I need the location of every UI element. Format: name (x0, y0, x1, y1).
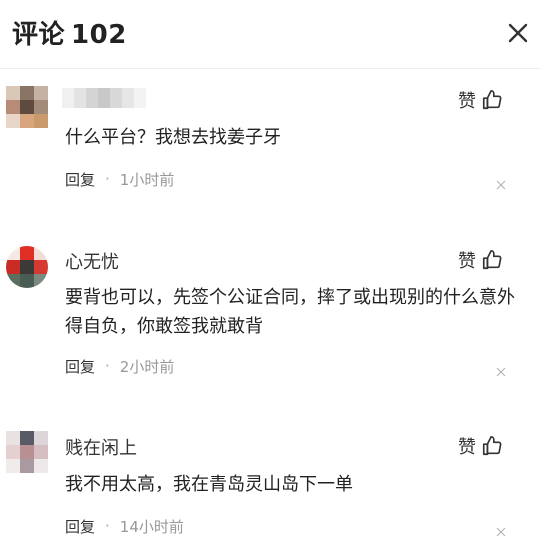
reply-button[interactable]: 回复 (65, 516, 95, 537)
dismiss-button[interactable] (495, 176, 507, 190)
separator-dot: · (105, 357, 110, 375)
comment-count: 102 (71, 20, 127, 50)
page-title: 评论 102 (12, 14, 127, 51)
comment-actions: 回复 · 1小时前 (65, 168, 174, 190)
avatar[interactable] (6, 86, 48, 128)
comment-text: 要背也可以，先签个公证合同，摔了或出现别的什么意外得自负，你敢签我就敢背 (65, 287, 515, 337)
dismiss-x-icon (496, 527, 506, 537)
comments-title-label: 评论 (12, 20, 66, 50)
avatar[interactable] (6, 246, 48, 288)
dismiss-button[interactable] (495, 363, 507, 377)
username[interactable]: 贱在闲上 (65, 434, 137, 460)
thumbs-up-icon (482, 250, 502, 270)
thumbs-up-icon (482, 90, 502, 110)
comment-text: 什么平台？我想去找姜子牙 (65, 127, 281, 148)
dismiss-x-icon (496, 180, 506, 190)
comment-actions: 回复 · 2小时前 (65, 355, 174, 377)
like-button[interactable]: 赞 (458, 433, 503, 459)
comment-time: 1小时前 (119, 170, 175, 189)
reply-button[interactable]: 回复 (65, 169, 95, 190)
comments-header: 评论 102 (0, 0, 541, 69)
reply-button[interactable]: 回复 (65, 356, 95, 377)
close-button[interactable] (503, 18, 533, 48)
separator-dot: · (105, 517, 110, 535)
avatar[interactable] (6, 431, 48, 473)
like-label: 赞 (458, 91, 476, 112)
username-blurred[interactable] (62, 88, 146, 108)
comment-time: 14小时前 (119, 517, 184, 536)
like-button[interactable]: 赞 (458, 247, 503, 273)
username[interactable]: 心无忧 (65, 248, 119, 274)
close-icon (508, 23, 528, 43)
thumbs-up-icon (482, 436, 502, 456)
dismiss-button[interactable] (495, 523, 507, 537)
comment-actions: 回复 · 14小时前 (65, 515, 184, 537)
dismiss-x-icon (496, 367, 506, 377)
like-label: 赞 (458, 437, 476, 458)
comment-text: 我不用太高，我在青岛灵山岛下一单 (65, 474, 353, 495)
like-label: 赞 (458, 251, 476, 272)
separator-dot: · (105, 170, 110, 188)
comment-time: 2小时前 (119, 357, 175, 376)
like-button[interactable]: 赞 (458, 87, 503, 113)
